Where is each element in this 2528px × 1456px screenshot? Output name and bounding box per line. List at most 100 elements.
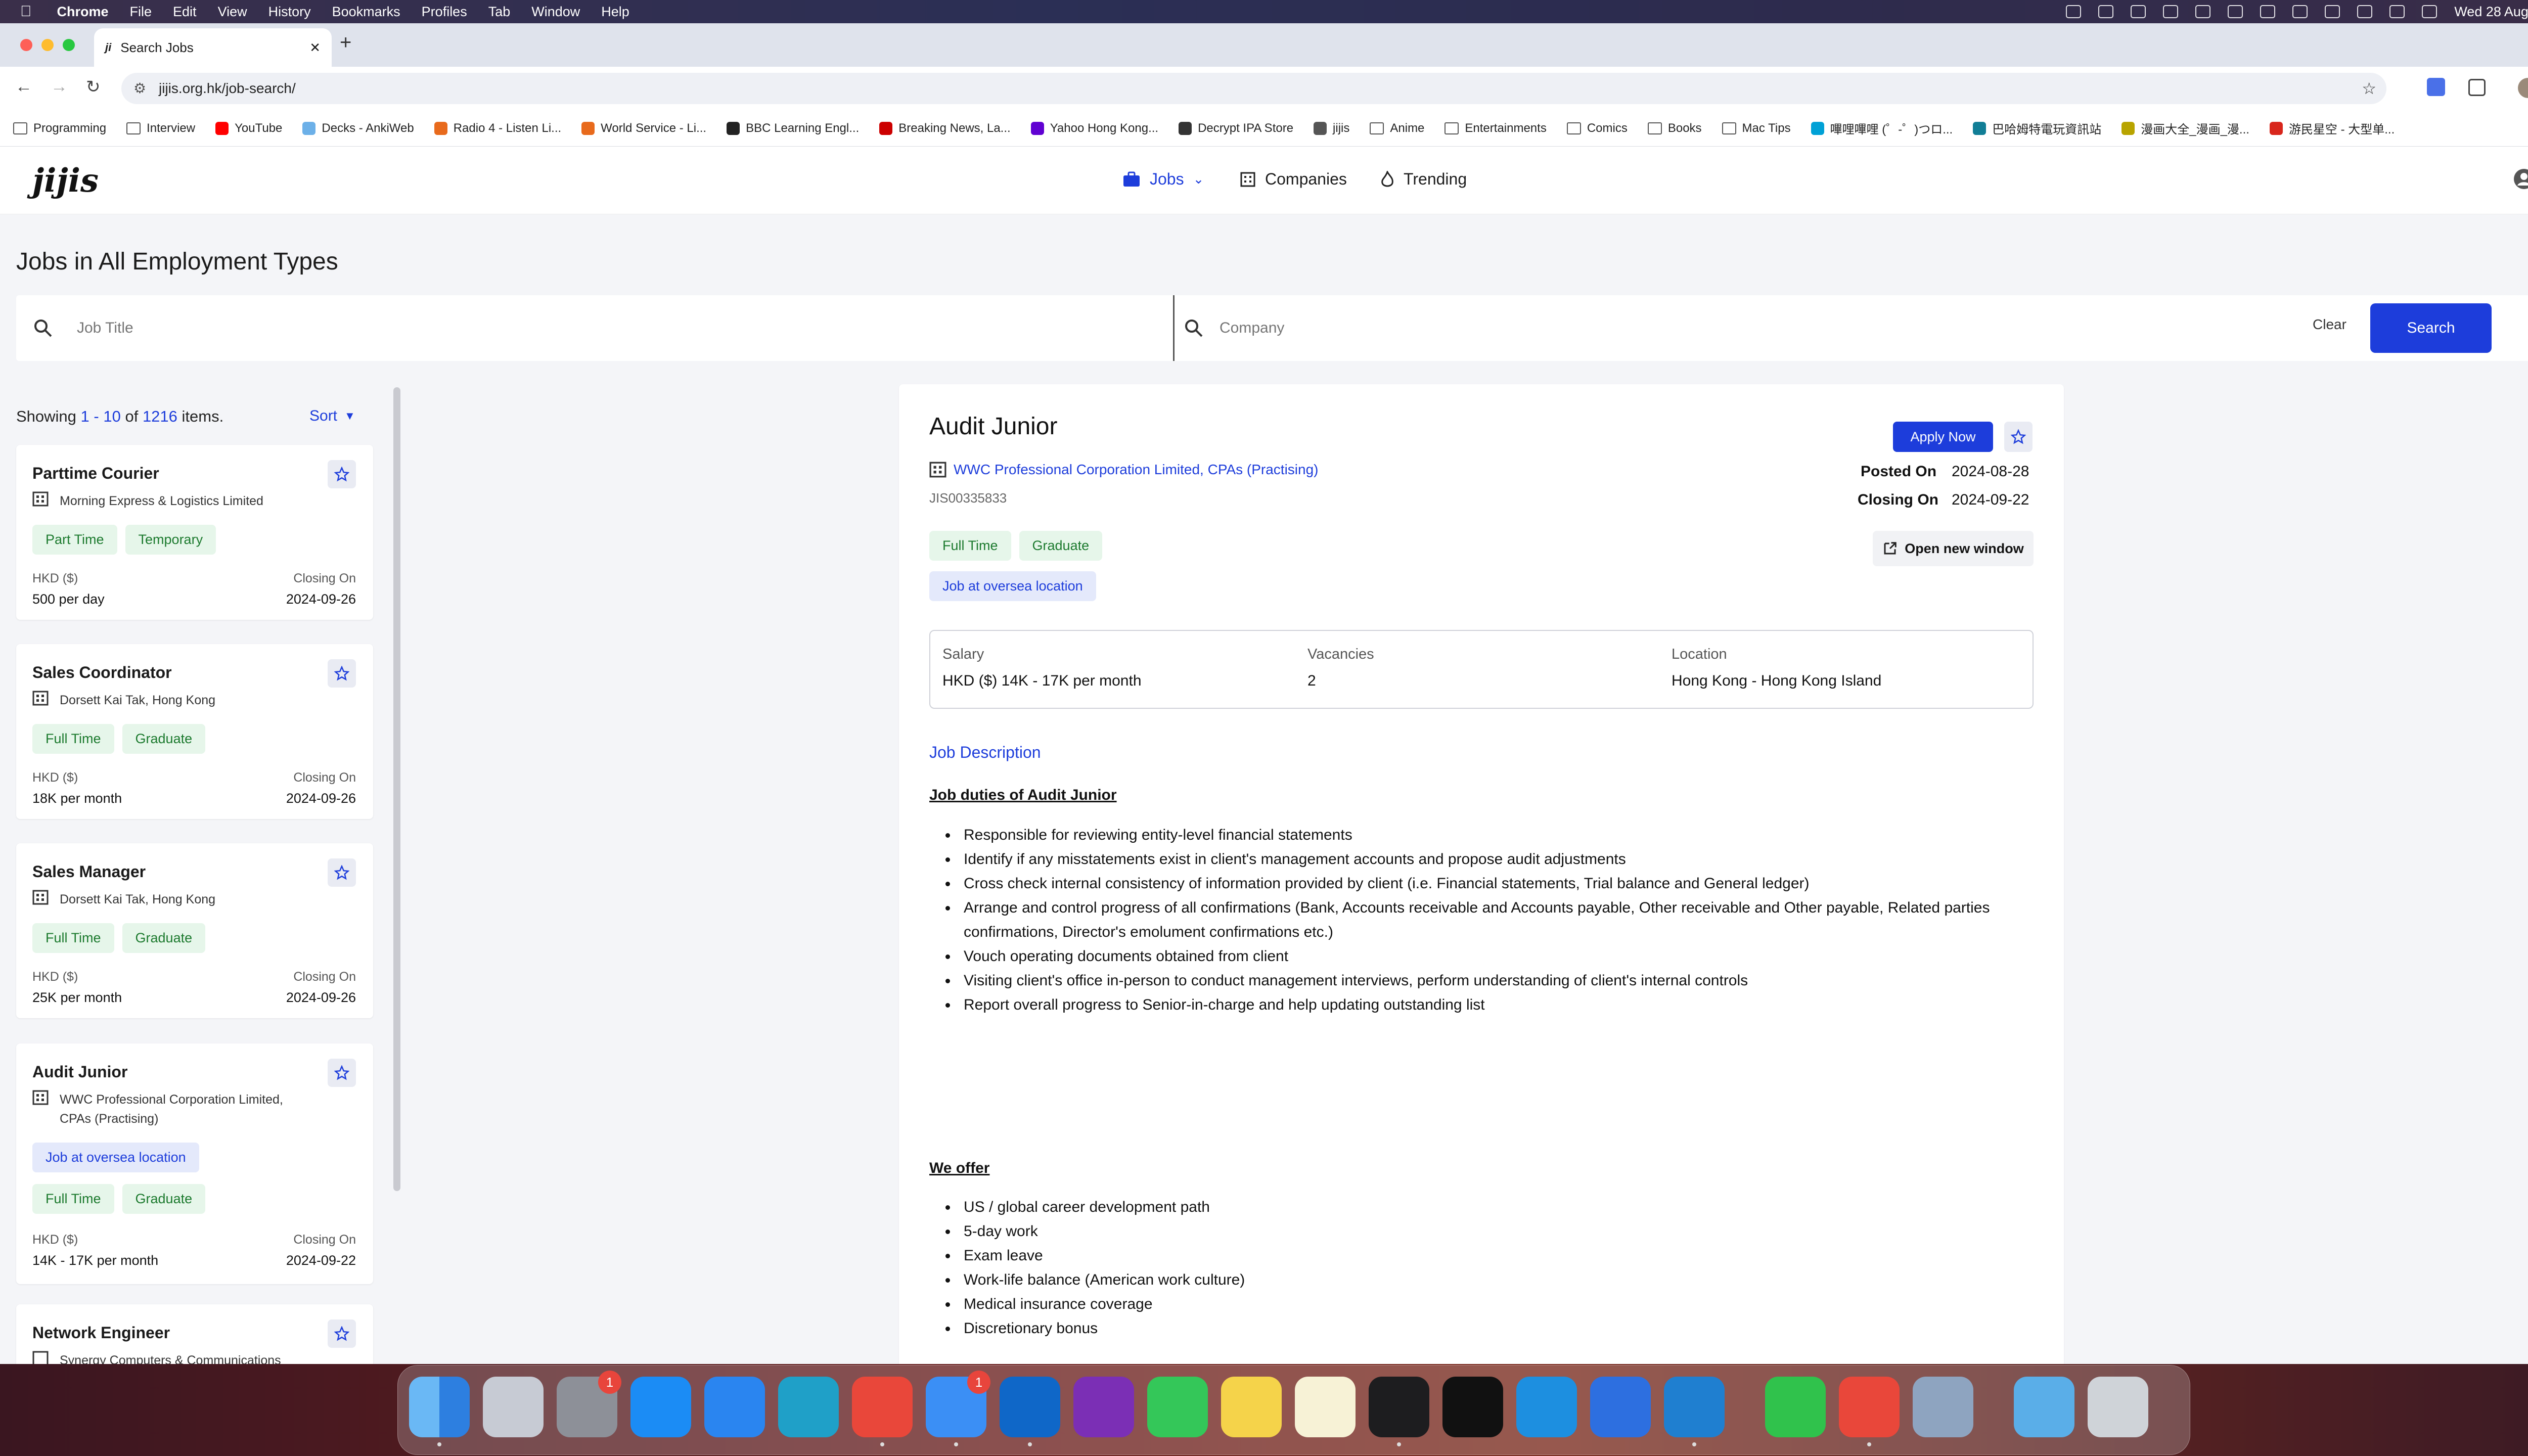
apple-menu-icon[interactable]:  <box>20 3 32 20</box>
launchpad-icon[interactable] <box>483 1377 544 1437</box>
job-description-tab[interactable]: Job Description <box>929 743 1041 762</box>
onenote-icon[interactable] <box>1073 1377 1134 1437</box>
menu-file[interactable]: File <box>130 4 152 20</box>
bookmark-item[interactable]: Mac Tips <box>1722 121 1791 135</box>
bluetooth-icon[interactable] <box>2228 5 2243 18</box>
favorite-star-icon[interactable] <box>2004 422 2033 452</box>
bookmark-item[interactable]: Programming <box>13 121 106 135</box>
activity-monitor-icon[interactable] <box>1442 1377 1503 1437</box>
bookmark-item[interactable]: Decks - AnkiWeb <box>302 121 414 135</box>
site-info-icon[interactable]: ⚙ <box>133 80 146 97</box>
app-store-icon[interactable] <box>630 1377 691 1437</box>
bookmark-item[interactable]: Interview <box>126 121 195 135</box>
more-options-icon[interactable]: ⋮ <box>2524 315 2528 339</box>
menu-view[interactable]: View <box>218 4 247 20</box>
favorite-star-icon[interactable] <box>328 858 356 887</box>
menu-history[interactable]: History <box>268 4 311 20</box>
nav-jobs[interactable]: Jobs ⌄ <box>1122 170 1204 189</box>
menubar-clock[interactable]: Wed 28 Aug 00:36 <box>2454 4 2528 20</box>
outlook-icon[interactable] <box>1000 1377 1060 1437</box>
menu-tab[interactable]: Tab <box>488 4 511 20</box>
bookmark-item[interactable]: 巴哈姆特電玩資訊站 <box>1973 119 2101 137</box>
open-new-window-button[interactable]: Open new window <box>1873 531 2034 566</box>
favorite-star-icon[interactable] <box>328 460 356 488</box>
bookmark-item[interactable]: Yahoo Hong Kong... <box>1030 121 1158 135</box>
favorite-star-icon[interactable] <box>328 1059 356 1087</box>
list-scrollbar[interactable] <box>393 387 400 1191</box>
status-icon[interactable] <box>2066 5 2082 18</box>
control-center-icon[interactable] <box>2422 5 2437 18</box>
spotlight-icon[interactable] <box>2389 5 2405 18</box>
trash-icon[interactable] <box>2088 1377 2148 1437</box>
job-card-selected[interactable]: Audit Junior WWC Professional Corporatio… <box>16 1043 373 1284</box>
vscode-icon[interactable] <box>1664 1377 1725 1437</box>
favorite-star-icon[interactable] <box>328 1320 356 1348</box>
bookmark-item[interactable]: Comics <box>1566 121 1628 135</box>
job-card[interactable]: Sales Manager Dorsett Kai Tak, Hong Kong… <box>16 843 373 1018</box>
reload-icon[interactable]: ↻ <box>86 77 101 97</box>
translate-icon[interactable] <box>2427 78 2445 96</box>
sort-button[interactable]: Sort ▼ <box>309 407 355 425</box>
browser-tab[interactable]: ji Search Jobs ✕ <box>94 28 332 67</box>
close-tab-icon[interactable]: ✕ <box>309 40 321 56</box>
bookmark-item[interactable]: Entertainments <box>1444 121 1547 135</box>
chrome-icon[interactable] <box>852 1377 913 1437</box>
job-card[interactable]: Network Engineer Synergy Computers & Com… <box>16 1304 373 1364</box>
status-icon[interactable] <box>2195 5 2211 18</box>
new-tab-button[interactable]: + <box>340 31 351 54</box>
bookmark-item[interactable]: jijis <box>1314 121 1349 135</box>
finder-icon[interactable] <box>409 1377 470 1437</box>
bookmark-item[interactable]: 游民星空 - 大型单... <box>2269 119 2395 137</box>
clear-button[interactable]: Clear <box>2313 316 2346 333</box>
favorite-star-icon[interactable] <box>328 659 356 688</box>
nav-companies[interactable]: Companies <box>1240 170 1347 189</box>
nav-trending[interactable]: Trending <box>1380 170 1467 189</box>
messages-icon[interactable] <box>1147 1377 1208 1437</box>
status-icon[interactable] <box>2131 5 2146 18</box>
bookmark-item[interactable]: Breaking News, La... <box>879 121 1011 135</box>
company-input[interactable] <box>1220 310 2180 346</box>
bookmark-item[interactable]: 漫画大全_漫画_漫... <box>2121 119 2249 137</box>
bookmark-item[interactable]: Decrypt IPA Store <box>1179 121 1293 135</box>
job-title-input[interactable] <box>77 310 1139 346</box>
user-account-icon[interactable] <box>2513 168 2528 190</box>
bookmark-item[interactable]: 嗶哩嗶哩 (゜-゜)つロ... <box>1811 119 1953 137</box>
numbers-icon[interactable] <box>1765 1377 1826 1437</box>
menu-edit[interactable]: Edit <box>173 4 197 20</box>
menu-window[interactable]: Window <box>531 4 580 20</box>
job-card[interactable]: Parttime Courier Morning Express & Logis… <box>16 445 373 620</box>
battery-icon[interactable] <box>2325 5 2340 18</box>
extensions-icon[interactable] <box>2468 79 2486 96</box>
downloads-folder-icon[interactable] <box>2014 1377 2074 1437</box>
zoom-window-button[interactable] <box>63 39 75 51</box>
bookmark-item[interactable]: Radio 4 - Listen Li... <box>434 121 561 135</box>
headphones-icon[interactable] <box>2260 5 2276 18</box>
address-bar[interactable]: ⚙ jijis.org.hk/job-search/ ☆ <box>121 73 2386 104</box>
url-text[interactable]: jijis.org.hk/job-search/ <box>159 80 296 97</box>
back-icon[interactable]: ← <box>15 77 32 97</box>
close-window-button[interactable] <box>20 39 32 51</box>
bookmark-star-icon[interactable]: ☆ <box>2362 79 2376 98</box>
status-icon[interactable] <box>2098 5 2114 18</box>
docker-icon[interactable] <box>1516 1377 1577 1437</box>
job-card[interactable]: Sales Coordinator Dorsett Kai Tak, Hong … <box>16 644 373 819</box>
forward-icon[interactable]: → <box>51 77 68 97</box>
bookmark-item[interactable]: World Service - Li... <box>581 121 706 135</box>
safari-icon[interactable] <box>704 1377 765 1437</box>
xcode-icon[interactable] <box>1590 1377 1651 1437</box>
stickies-icon[interactable] <box>1221 1377 1282 1437</box>
chrome-icon[interactable] <box>1839 1377 1900 1437</box>
bookmark-item[interactable]: Books <box>1647 121 1702 135</box>
preview-icon[interactable] <box>1913 1377 1973 1437</box>
edge-icon[interactable] <box>778 1377 839 1437</box>
profile-avatar[interactable] <box>2518 78 2528 98</box>
input-source-icon[interactable] <box>2292 5 2308 18</box>
menu-help[interactable]: Help <box>601 4 629 20</box>
menu-profiles[interactable]: Profiles <box>422 4 467 20</box>
bookmark-item[interactable]: YouTube <box>215 121 282 135</box>
site-logo[interactable]: jijis <box>32 162 99 200</box>
search-button[interactable]: Search <box>2370 303 2492 353</box>
terminal-icon[interactable] <box>1369 1377 1429 1437</box>
bookmark-item[interactable]: Anime <box>1370 121 1424 135</box>
apply-now-button[interactable]: Apply Now <box>1893 422 1993 452</box>
